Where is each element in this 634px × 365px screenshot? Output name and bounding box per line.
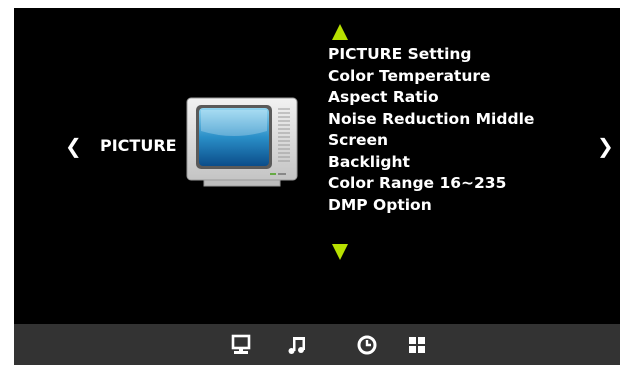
menu-item-aspect-ratio[interactable]: Aspect Ratio (328, 87, 534, 109)
previous-category-chevron-icon[interactable]: ❮ (65, 136, 82, 156)
grid-icon[interactable] (406, 334, 428, 356)
menu-item-picture-setting[interactable]: PICTURE Setting (328, 44, 534, 66)
menu-item-backlight[interactable]: Backlight (328, 152, 534, 174)
menu-item-color-temperature[interactable]: Color Temperature (328, 66, 534, 88)
down-arrow-icon[interactable] (332, 244, 348, 260)
menu-item-screen[interactable]: Screen (328, 130, 534, 152)
menu-item-dmp-option[interactable]: DMP Option (328, 195, 534, 217)
menu-item-noise-reduction[interactable]: Noise Reduction Middle (328, 109, 534, 131)
bottom-source-bar (14, 324, 620, 365)
category-label: PICTURE (100, 136, 177, 155)
next-category-chevron-icon[interactable]: ❯ (597, 136, 614, 156)
up-arrow-icon[interactable] (332, 24, 348, 40)
clock-icon[interactable] (356, 334, 378, 356)
music-note-icon[interactable] (286, 334, 308, 356)
monitor-icon[interactable] (230, 334, 252, 356)
settings-menu-list: PICTURE Setting Color Temperature Aspect… (328, 44, 534, 216)
menu-item-color-range[interactable]: Color Range 16~235 (328, 173, 534, 195)
tv-icon (186, 97, 298, 187)
tv-menu-screen: ❮ PICTURE PICTURE Setting Color Temperat… (14, 8, 620, 365)
